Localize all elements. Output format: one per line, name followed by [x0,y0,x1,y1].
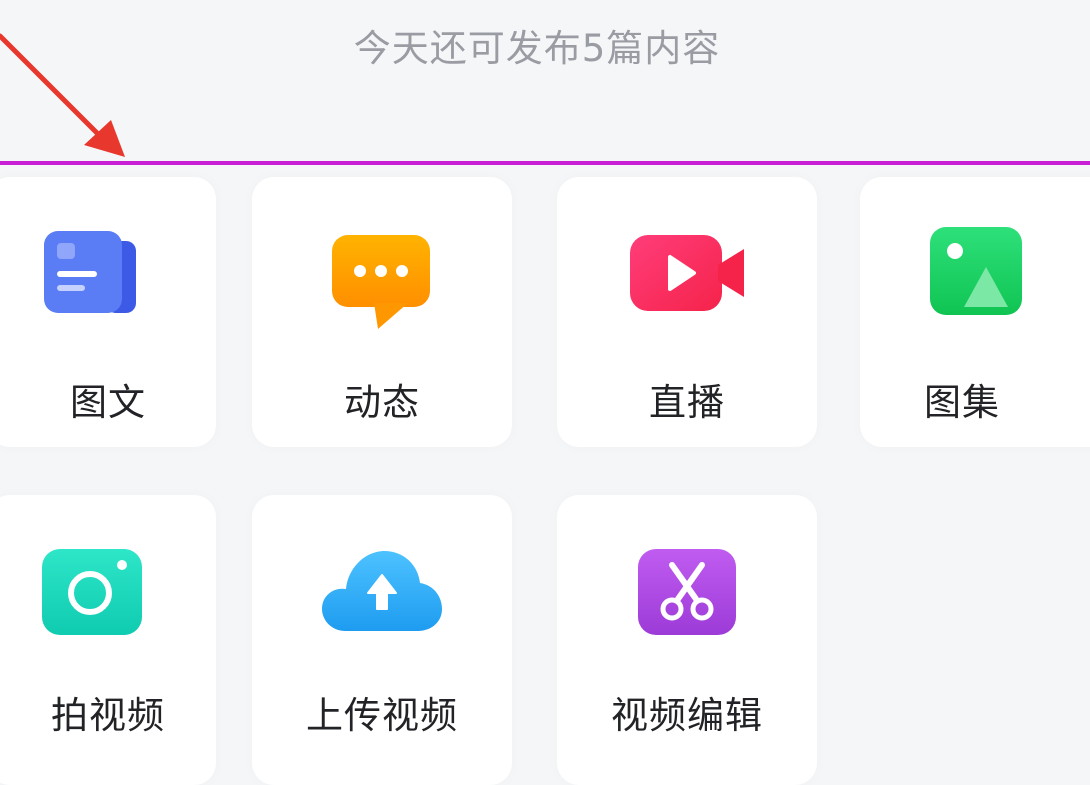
chat-bubble-icon [332,235,430,329]
header: 今天还可发布5篇内容 [0,0,1090,162]
option-gallery[interactable]: 图集 [860,177,1090,447]
option-upload-video[interactable]: 上传视频 [252,495,512,785]
option-post[interactable]: 动态 [252,177,512,447]
option-article[interactable]: 图文 [0,177,216,447]
cloud-upload-icon [322,551,442,631]
option-shoot-video[interactable]: 拍视频 [0,495,216,785]
article-icon [44,231,136,313]
video-camera-icon [630,235,744,311]
camera-icon [42,549,142,635]
option-label: 视频编辑 [611,694,763,737]
image-gallery-icon [930,227,1022,315]
annotation-arrow-icon [0,33,125,157]
option-label: 图文 [70,381,146,424]
option-label: 拍视频 [51,694,165,737]
publish-quota-text: 今天还可发布5篇内容 [353,27,721,70]
option-label: 动态 [344,381,420,424]
option-live[interactable]: 直播 [557,177,817,447]
option-label: 图集 [924,381,1000,424]
option-label: 直播 [649,381,725,424]
publish-options-grid: 图文 动态 直播 图集 拍视频 上传视频 视频编辑 [0,165,1090,785]
scissors-icon [638,549,736,635]
option-label: 上传视频 [306,694,458,737]
option-video-edit[interactable]: 视频编辑 [557,495,817,785]
